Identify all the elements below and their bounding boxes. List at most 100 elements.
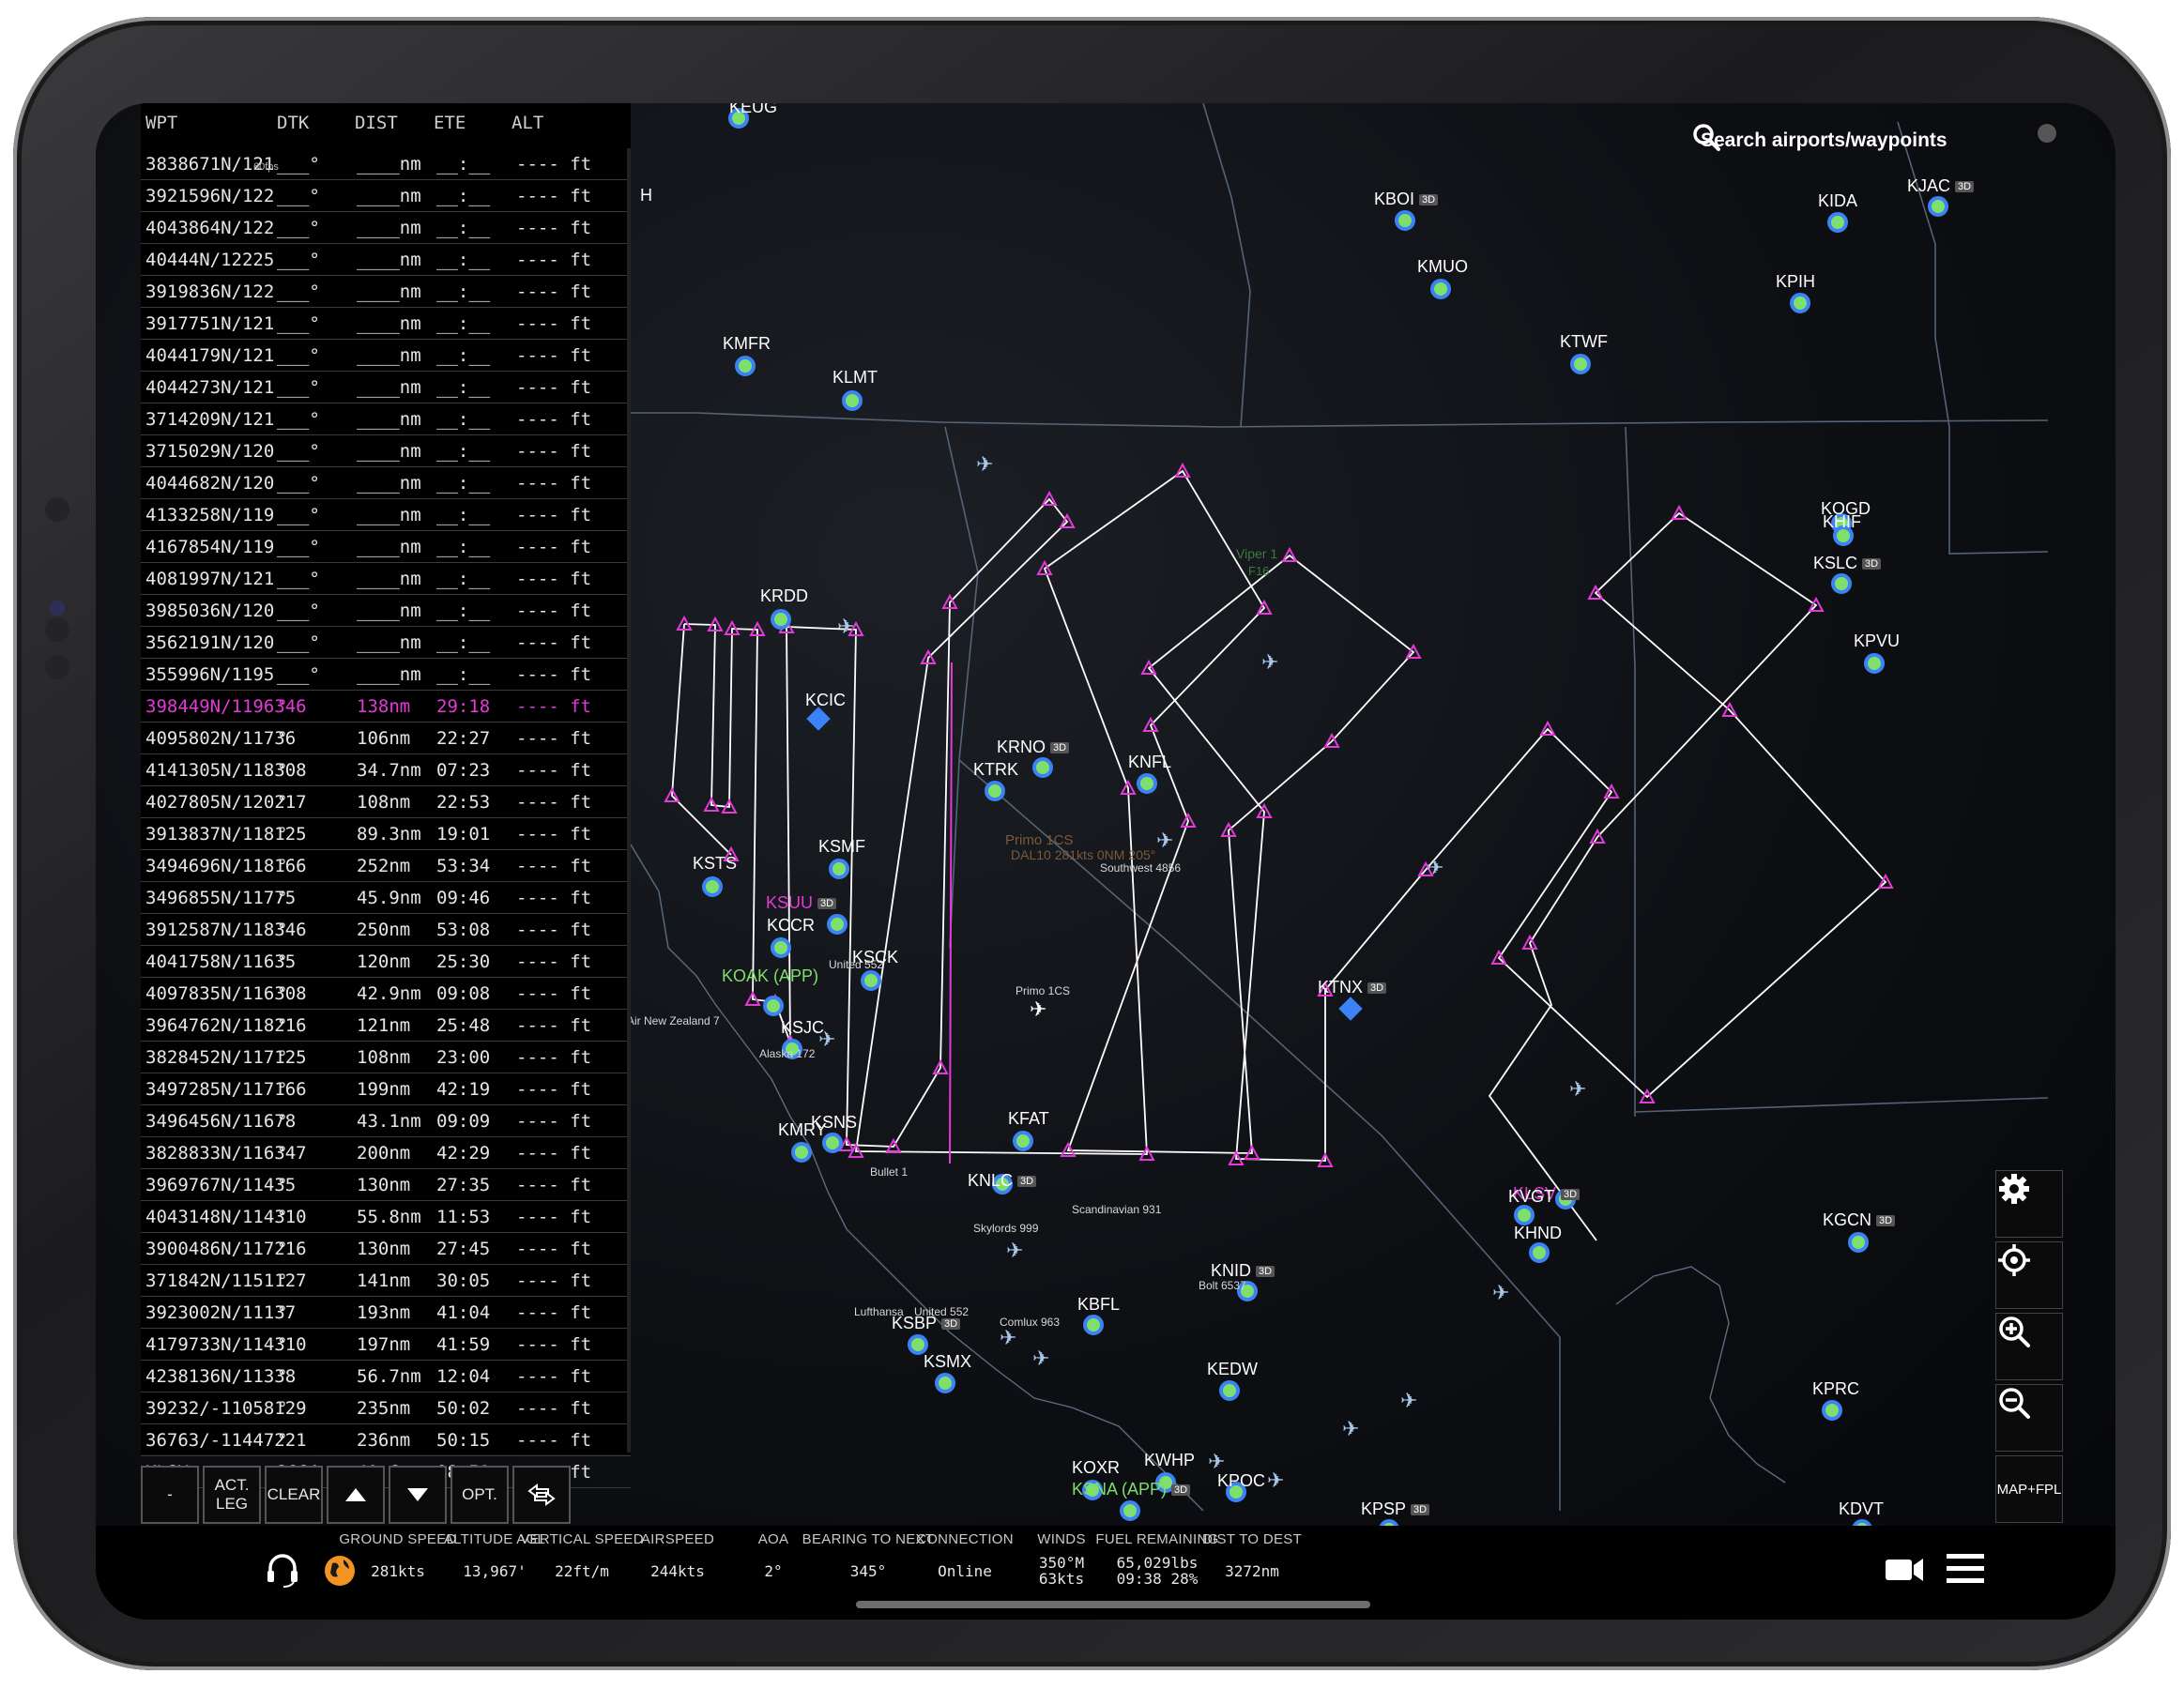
- flight-plan-row[interactable]: 4081997N/121 ___° ____nm __:__ ---- ft: [141, 563, 631, 595]
- center-map-button[interactable]: [1995, 1241, 2063, 1309]
- flight-plan-row[interactable]: 4095802N/11736 ° 106nm 22:27 ---- ft: [141, 723, 631, 754]
- flight-plan-row[interactable]: 4044273N/121 ___° ____nm __:__ ---- ft: [141, 372, 631, 403]
- flight-plan-row[interactable]: 4133258N/119 ___° ____nm __:__ ---- ft: [141, 499, 631, 531]
- airport-label[interactable]: KOAK (APP): [722, 966, 818, 986]
- airport-label[interactable]: KVGT: [1508, 1187, 1554, 1207]
- airport-label[interactable]: KSLC 3D: [1813, 554, 1882, 573]
- check-icon[interactable]: [2038, 124, 2056, 143]
- flight-plan-row[interactable]: 3714209N/121 ___° ____nm __:__ ---- ft: [141, 403, 631, 435]
- flight-plan-row[interactable]: 4179733N/114310 ° 197nm 41:59 ---- ft: [141, 1329, 631, 1361]
- airport-label[interactable]: KPOC: [1217, 1471, 1265, 1491]
- airport-label[interactable]: KCIC: [805, 691, 846, 710]
- flight-plan-row[interactable]: 3912587N/118346 ° 250nm 53:08 ---- ft: [141, 914, 631, 946]
- airport-label[interactable]: KRNO 3D: [997, 738, 1070, 757]
- zoom-in-button[interactable]: [1995, 1313, 2063, 1380]
- airport-label[interactable]: KHND: [1514, 1224, 1562, 1243]
- airport-label[interactable]: KJAC 3D: [1907, 176, 1975, 196]
- scrollbar[interactable]: [627, 148, 631, 1453]
- airport-label[interactable]: KMRY: [778, 1120, 827, 1140]
- flight-plan-row[interactable]: 3923002N/11137 ° 193nm 41:04 ---- ft: [141, 1297, 631, 1329]
- flight-plan-row[interactable]: 3497285N/117166 ° 199nm 42:19 ---- ft: [141, 1073, 631, 1105]
- airport-label[interactable]: KFAT: [1008, 1109, 1049, 1129]
- flight-plan-row[interactable]: 3913837N/118125 ° 89.3nm 19:01 ---- ft: [141, 818, 631, 850]
- airport-label[interactable]: KHIF: [1823, 512, 1861, 532]
- airport-label[interactable]: KSUU 3D: [766, 893, 837, 913]
- flight-plan-row[interactable]: 4238136N/11338 ° 56.7nm 12:04 ---- ft: [141, 1361, 631, 1392]
- flight-plan-row[interactable]: 4043148N/114310 ° 55.8nm 11:53 ---- ft: [141, 1201, 631, 1233]
- airport-label[interactable]: KSTS: [693, 854, 737, 874]
- flight-plan-row[interactable]: 3715029N/120 ___° ____nm __:__ ---- ft: [141, 435, 631, 467]
- flight-plan-row[interactable]: 36763/-11447221 ° 236nm 50:15 ---- ft: [141, 1424, 631, 1456]
- flight-plan-row[interactable]: 3828452N/117125 ° 108nm 23:00 ---- ft: [141, 1042, 631, 1073]
- airport-label[interactable]: KSMX: [924, 1352, 971, 1372]
- airport-label[interactable]: KWHP: [1144, 1451, 1195, 1470]
- airport-label[interactable]: KPVU: [1854, 631, 1900, 651]
- flight-plan-list[interactable]: 3838671N/121 ___° ____nm __:__ ---- ft 392159…: [141, 148, 631, 1488]
- flight-plan-row[interactable]: 3969767N/11435 ° 130nm 27:35 ---- ft: [141, 1169, 631, 1201]
- flight-plan-row[interactable]: 3838671N/121 ___° ____nm __:__ ---- ft: [141, 148, 631, 180]
- reverse-route-button[interactable]: [512, 1466, 571, 1524]
- airport-label[interactable]: KEUG: [729, 103, 777, 117]
- flight-plan-row[interactable]: 4141305N/118308 ° 34.7nm 07:23 ---- ft: [141, 754, 631, 786]
- airport-label[interactable]: KGCN 3D: [1823, 1210, 1896, 1230]
- menu-icon[interactable]: [1947, 1552, 1984, 1586]
- remove-waypoint-button[interactable]: -: [141, 1466, 199, 1524]
- flight-plan-row[interactable]: 40444N/12225 ___° ____nm __:__ ---- ft: [141, 244, 631, 276]
- airport-label[interactable]: KBFL: [1077, 1295, 1120, 1315]
- flight-plan-row[interactable]: 4044179N/121 ___° ____nm __:__ ---- ft: [141, 340, 631, 372]
- flight-plan-row[interactable]: 371842N/1151127 ° 141nm 30:05 ---- ft: [141, 1265, 631, 1297]
- airport-label[interactable]: KIDA: [1818, 191, 1857, 211]
- flight-plan-row[interactable]: 4043864N/122 ___° ____nm __:__ ---- ft: [141, 212, 631, 244]
- airport-label[interactable]: KMFR: [723, 334, 771, 354]
- flight-plan-row[interactable]: 3494696N/118166 ° 252nm 53:34 ---- ft: [141, 850, 631, 882]
- airport-label[interactable]: KRDD: [760, 586, 808, 606]
- airport-label[interactable]: KEDW: [1207, 1360, 1258, 1379]
- airport-label[interactable]: KTWF: [1560, 332, 1608, 352]
- airport-label[interactable]: KSNA (APP) 3D: [1072, 1480, 1191, 1499]
- flight-plan-row[interactable]: 39232/-11058129 ° 235nm 50:02 ---- ft: [141, 1392, 631, 1424]
- flight-plan-row[interactable]: 4044682N/120 ___° ____nm __:__ ---- ft: [141, 467, 631, 499]
- airport-label[interactable]: KPRC: [1812, 1379, 1859, 1399]
- airport-label[interactable]: KPIH: [1776, 272, 1815, 292]
- activate-leg-button[interactable]: ACT. LEG: [203, 1466, 261, 1524]
- airport-label[interactable]: KTRK: [973, 760, 1018, 780]
- zoom-out-button[interactable]: [1995, 1384, 2063, 1452]
- airport-label[interactable]: KNLC 3D: [968, 1171, 1037, 1191]
- airport-label[interactable]: KPSP 3D: [1361, 1499, 1430, 1519]
- airport-label[interactable]: KBOI 3D: [1374, 190, 1439, 209]
- airport-label[interactable]: KSCK: [852, 948, 898, 967]
- airport-label[interactable]: KSMF: [818, 837, 865, 857]
- flight-plan-row[interactable]: 3828833N/116347 ° 200nm 42:29 ---- ft: [141, 1137, 631, 1169]
- airport-label[interactable]: KNID 3D: [1211, 1261, 1275, 1281]
- airport-label[interactable]: KSJC: [781, 1018, 824, 1038]
- flight-plan-row[interactable]: 3900486N/117216 ° 130nm 27:45 ---- ft: [141, 1233, 631, 1265]
- flight-plan-row[interactable]: 3964762N/118216 ° 121nm 25:48 ---- ft: [141, 1010, 631, 1042]
- flight-plan-row[interactable]: 3562191N/120 ___° ____nm __:__ ---- ft: [141, 627, 631, 659]
- airport-label[interactable]: KMUO: [1417, 257, 1468, 277]
- airport-label[interactable]: KLMT: [832, 368, 878, 388]
- airport-label[interactable]: KSBP 3D: [892, 1314, 961, 1333]
- flight-plan-row[interactable]: 3496456N/11678 ° 43.1nm 09:09 ---- ft: [141, 1105, 631, 1137]
- search-bar[interactable]: Search airports/waypoints: [1691, 122, 1947, 160]
- clear-button[interactable]: CLEAR: [265, 1466, 323, 1524]
- settings-button[interactable]: [1995, 1170, 2063, 1238]
- flight-plan-row[interactable]: 355996N/1195 ___° ____nm __:__ ---- ft: [141, 659, 631, 691]
- flight-plan-row[interactable]: 3985036N/120 ___° ____nm __:__ ---- ft: [141, 595, 631, 627]
- headset-icon[interactable]: [265, 1552, 300, 1588]
- airport-label[interactable]: KOXR: [1072, 1458, 1120, 1478]
- map-fpl-toggle[interactable]: MAP+FPL: [1995, 1455, 2063, 1523]
- flight-plan-row[interactable]: 3496855N/11775 ° 45.9nm 09:46 ---- ft: [141, 882, 631, 914]
- camera-icon[interactable]: [1885, 1554, 1924, 1584]
- airport-label[interactable]: KDVT: [1839, 1499, 1884, 1519]
- flight-plan-row[interactable]: 4027805N/120217 ° 108nm 22:53 ---- ft: [141, 786, 631, 818]
- flight-plan-row-active[interactable]: 398449N/1196346 ° 138nm 29:18 ---- ft: [141, 691, 631, 723]
- airport-label[interactable]: KTNX 3D: [1318, 978, 1387, 997]
- flight-plan-row[interactable]: 4041758N/11635 ° 120nm 25:30 ---- ft: [141, 946, 631, 978]
- flight-plan-row[interactable]: 4167854N/119 ___° ____nm __:__ ---- ft: [141, 531, 631, 563]
- move-down-button[interactable]: [389, 1466, 447, 1524]
- flight-plan-row[interactable]: 3921596N/122 ___° ____nm __:__ ---- ft: [141, 180, 631, 212]
- options-button[interactable]: OPT.: [451, 1466, 509, 1524]
- airport-label[interactable]: KNFL: [1128, 753, 1171, 772]
- flight-plan-row[interactable]: 3917751N/121 ___° ____nm __:__ ---- ft: [141, 308, 631, 340]
- airport-label[interactable]: KCCR: [767, 916, 815, 936]
